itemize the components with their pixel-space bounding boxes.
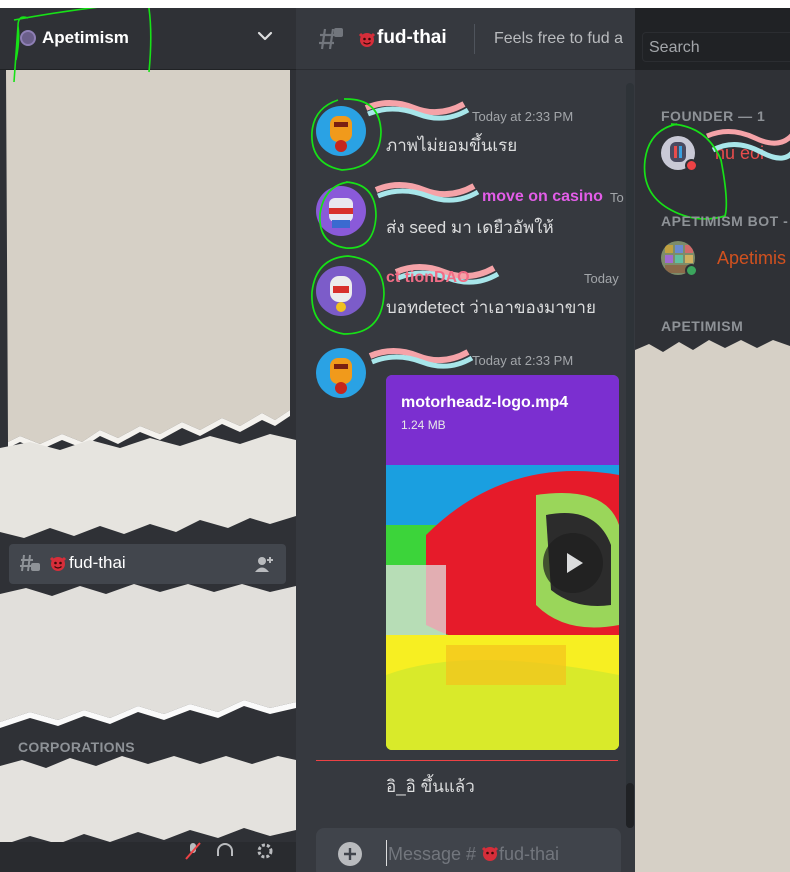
devil-emoji-icon [358,32,376,47]
header-divider [474,24,475,54]
composer-placeholder-channel: fud-thai [499,844,560,864]
chat-area: fud-thai Feels free to fud a Today at 2:… [296,8,635,872]
annotation-scribble-avatars [311,98,385,335]
chat-header: fud-thai Feels free to fud a [296,8,635,70]
thread-hash-icon [319,28,343,50]
attachment-filename[interactable]: motorheadz-logo.mp4 [401,394,568,412]
message-text: อิ_อิ ขึ้นแล้ว [386,777,475,796]
redaction-paper-lower [0,584,296,728]
member-list-topbar: Search [635,8,790,70]
role-heading-bot: APETIMISM BOT - [661,213,789,229]
play-icon [567,553,583,573]
category-corporations[interactable]: CORPORATIONS [18,739,135,755]
text-cursor [386,840,387,866]
settings-gear-icon[interactable] [256,842,274,860]
user-panel [0,842,296,872]
chevron-down-icon[interactable] [255,26,275,46]
plus-icon [344,848,356,860]
search-input[interactable]: Search [642,32,790,62]
annotation-scribble-founder [643,123,728,220]
message-author[interactable]: move on casino [482,188,603,206]
search-placeholder: Search [649,39,700,56]
message-text: ภาพไม่ยอมขึ้นเรย [386,136,518,155]
message-author[interactable]: ct tionDAO [386,269,470,287]
online-status-icon [685,264,698,277]
add-member-icon[interactable] [254,554,274,574]
attachment-size: 1.24 MB [401,418,446,432]
role-heading-apetimism: APETIMISM [661,318,744,334]
message-timestamp: To [610,190,624,205]
headphones-icon[interactable] [216,842,234,860]
channel-sidebar: Apetimism fud-thai CORPORATIONS [0,8,296,872]
chat-scrollbar-track[interactable] [626,83,634,828]
composer-placeholder[interactable]: Message # [388,844,476,865]
channel-topic[interactable]: Feels free to fud a [494,30,623,48]
text-channel-thread-icon [20,554,40,572]
video-attachment[interactable]: motorheadz-logo.mp4 1.24 MB [386,375,619,750]
message-timestamp: Today at 2:33 PM [472,109,574,124]
message-text: บอทdetect ว่าเอาของมาขาย [386,298,596,317]
new-messages-divider [316,760,618,761]
redaction-paper-members [635,340,790,872]
play-button[interactable] [543,533,603,593]
name-redaction-scribble [368,348,474,369]
avatar[interactable] [316,348,366,398]
channel-name: fud-thai [69,553,126,572]
upload-plus-button[interactable] [338,842,362,866]
redaction-paper-top [6,70,290,450]
message-timestamp: Today at 2:33 PM [472,353,574,368]
devil-emoji-icon [481,846,499,861]
annotation-scribble-server [13,8,152,83]
discord-window: Apetimism fud-thai CORPORATIONS fud-thai… [0,0,790,872]
devil-emoji-icon [49,556,67,571]
message-timestamp: Today [584,271,619,286]
redaction-paper-middle [0,434,296,538]
message-composer[interactable]: Message # fud-thai [316,828,621,872]
mute-microphone-icon[interactable] [184,842,202,860]
member-name[interactable]: Apetimis [717,248,786,269]
channel-title: fud-thai [377,27,447,48]
chat-scrollbar-thumb[interactable] [626,783,634,828]
message-text: ส่ง seed มา เดยืวอัพให้ [386,218,554,237]
redaction-paper-bottom [0,756,296,846]
member-list: Search FOUNDER — 1 nu eoi APETIMISM BOT … [635,8,790,872]
channel-item-fud-thai[interactable]: fud-thai [9,544,286,584]
